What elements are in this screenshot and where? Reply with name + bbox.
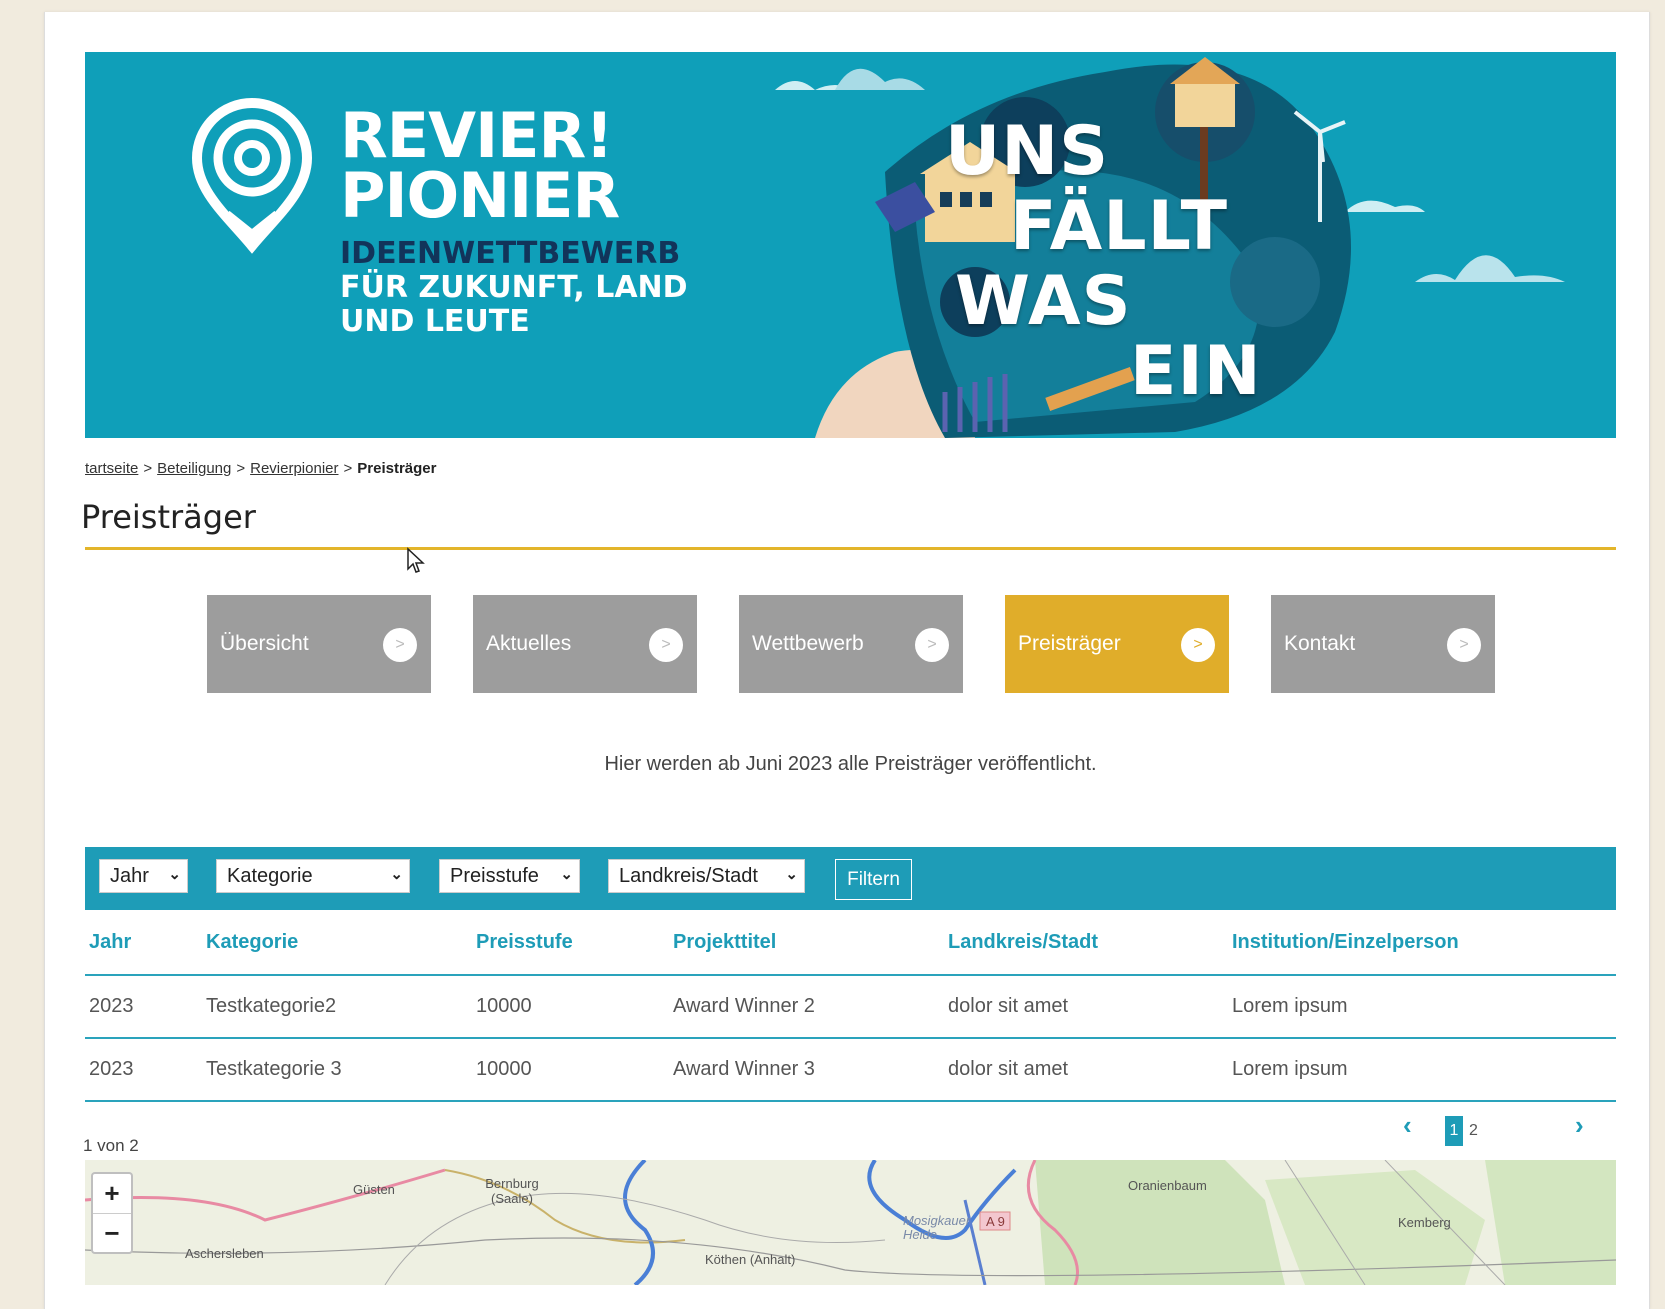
table-header: Jahr Kategorie Preisstufe Projekttitel L… xyxy=(85,912,1616,976)
map-label: A 9 xyxy=(986,1214,1005,1229)
logo-wordmark: REVIER! PIONIER IDEENWETTBEWERB FÜR ZUKU… xyxy=(340,99,688,339)
map-label: Güsten xyxy=(353,1182,395,1197)
logo-title-line2: PIONIER xyxy=(340,159,620,232)
pagination: ‹ 1 2 › xyxy=(1403,1110,1603,1150)
tile-uebersicht[interactable]: Übersicht > xyxy=(207,595,431,693)
logo-subtitle: IDEENWETTBEWERB xyxy=(340,236,681,271)
map-label: Oranienbaum xyxy=(1128,1178,1207,1193)
mouse-cursor-icon xyxy=(407,547,425,573)
breadcrumb-separator: > xyxy=(236,460,246,477)
chevron-left-icon[interactable]: ‹ xyxy=(1403,1110,1412,1141)
cell-kategorie: Testkategorie2 xyxy=(206,995,337,1017)
tile-aktuelles[interactable]: Aktuelles > xyxy=(473,595,697,693)
cell-projekttitel: Award Winner 2 xyxy=(673,995,815,1017)
tile-preistraeger[interactable]: Preisträger > xyxy=(1005,595,1229,693)
breadcrumb: tartseite > Beteiligung > Revierpionier > Prei… xyxy=(85,460,436,477)
map-label: Kemberg xyxy=(1398,1215,1451,1230)
logo-tagline-line1: FÜR ZUKUNFT, LAND xyxy=(340,270,688,305)
filter-jahr-select[interactable]: Jahr ⌄ xyxy=(99,859,188,893)
chevron-down-icon: ⌄ xyxy=(560,866,573,883)
breadcrumb-link-beteiligung[interactable]: Beteiligung xyxy=(157,460,231,477)
tile-label: Kontakt xyxy=(1284,632,1356,655)
column-header-kategorie[interactable]: Kategorie xyxy=(206,912,298,972)
slogan-line1: UNS xyxy=(945,112,1110,191)
breadcrumb-current: Preisträger xyxy=(357,460,437,477)
map-label: Köthen (Anhalt) xyxy=(705,1252,796,1267)
filter-landkreis-select[interactable]: Landkreis/Stadt ⌄ xyxy=(608,859,805,893)
intro-text: Hier werden ab Juni 2023 alle Preisträge… xyxy=(604,753,1097,775)
zoom-in-button[interactable]: + xyxy=(93,1174,131,1214)
column-header-preisstufe[interactable]: Preisstufe xyxy=(476,912,573,972)
hero-banner: REVIER! PIONIER IDEENWETTBEWERB FÜR ZUKU… xyxy=(85,52,1616,438)
tile-label: Preisträger xyxy=(1018,632,1121,655)
filter-bar: Jahr ⌄ Kategorie ⌄ Preisstufe ⌄ Landkrei… xyxy=(85,847,1616,910)
cell-institution: Lorem ipsum xyxy=(1232,1058,1348,1080)
page-frame: REVIER! PIONIER IDEENWETTBEWERB FÜR ZUKU… xyxy=(44,12,1650,1309)
title-divider xyxy=(85,547,1616,550)
tile-label: Wettbewerb xyxy=(752,632,864,655)
select-value: Jahr xyxy=(110,864,149,887)
chevron-right-icon: > xyxy=(383,628,417,662)
map[interactable]: + − Güsten Bernburg (Saale) Aschersleben… xyxy=(85,1160,1616,1285)
map-label: Mosigkauer Heide xyxy=(903,1213,971,1242)
cell-landkreis: dolor sit amet xyxy=(948,1058,1069,1080)
filter-kategorie-select[interactable]: Kategorie ⌄ xyxy=(216,859,410,893)
tile-label: Aktuelles xyxy=(486,632,572,655)
breadcrumb-link-revierpionier[interactable]: Revierpionier xyxy=(250,460,338,477)
results-table: Jahr Kategorie Preisstufe Projekttitel L… xyxy=(85,912,1616,1102)
pagination-info: 1 von 2 xyxy=(83,1136,139,1155)
map-tiles xyxy=(85,1160,1616,1285)
select-value: Kategorie xyxy=(227,864,313,887)
cell-kategorie: Testkategorie 3 xyxy=(206,1058,342,1080)
column-header-institution[interactable]: Institution/Einzelperson xyxy=(1232,912,1459,972)
page-button-1[interactable]: 1 xyxy=(1445,1116,1463,1146)
map-label: Aschersleben xyxy=(185,1246,264,1261)
column-header-projekttitel[interactable]: Projekttitel xyxy=(673,912,776,972)
slogan-line2: FÄLLT xyxy=(1010,187,1229,266)
page-title: Preisträger xyxy=(81,498,256,536)
location-pin-logo-icon xyxy=(191,98,313,254)
column-header-jahr[interactable]: Jahr xyxy=(89,912,131,972)
filter-preisstufe-select[interactable]: Preisstufe ⌄ xyxy=(439,859,580,893)
chevron-down-icon: ⌄ xyxy=(168,866,181,883)
select-value: Preisstufe xyxy=(450,864,539,887)
logo-tagline-line2: UND LEUTE xyxy=(340,304,530,339)
logo-title-line1: REVIER! xyxy=(340,99,614,172)
chevron-right-icon: > xyxy=(1447,628,1481,662)
page-button-2[interactable]: 2 xyxy=(1469,1116,1478,1146)
cell-jahr: 2023 xyxy=(89,995,134,1017)
filter-button[interactable]: Filtern xyxy=(835,859,912,900)
chevron-right-icon[interactable]: › xyxy=(1575,1110,1584,1141)
chevron-down-icon: ⌄ xyxy=(390,866,403,883)
cell-jahr: 2023 xyxy=(89,1058,134,1080)
zoom-out-button[interactable]: − xyxy=(93,1214,131,1253)
cell-preisstufe: 10000 xyxy=(476,1058,532,1080)
tile-kontakt[interactable]: Kontakt > xyxy=(1271,595,1495,693)
table-row: 2023 Testkategorie 3 10000 Award Winner … xyxy=(85,1039,1616,1102)
map-zoom-control: + − xyxy=(91,1172,133,1254)
chevron-down-icon: ⌄ xyxy=(785,866,798,883)
cell-preisstufe: 10000 xyxy=(476,995,532,1017)
cell-landkreis: dolor sit amet xyxy=(948,995,1069,1017)
breadcrumb-separator: > xyxy=(343,460,353,477)
chevron-right-icon: > xyxy=(649,628,683,662)
chevron-right-icon: > xyxy=(915,628,949,662)
slogan-line3: WAS xyxy=(955,262,1132,341)
tile-wettbewerb[interactable]: Wettbewerb > xyxy=(739,595,963,693)
map-label: Bernburg (Saale) xyxy=(485,1176,539,1206)
select-value: Landkreis/Stadt xyxy=(619,864,758,887)
breadcrumb-separator: > xyxy=(143,460,153,477)
breadcrumb-link-startseite[interactable]: tartseite xyxy=(85,460,138,477)
cell-projekttitel: Award Winner 3 xyxy=(673,1058,815,1080)
tile-label: Übersicht xyxy=(220,632,309,655)
slogan-line4: EIN xyxy=(1130,332,1262,411)
table-row: 2023 Testkategorie2 10000 Award Winner 2… xyxy=(85,976,1616,1039)
cell-institution: Lorem ipsum xyxy=(1232,995,1348,1017)
chevron-right-icon: > xyxy=(1181,628,1215,662)
column-header-landkreis[interactable]: Landkreis/Stadt xyxy=(948,912,1098,972)
